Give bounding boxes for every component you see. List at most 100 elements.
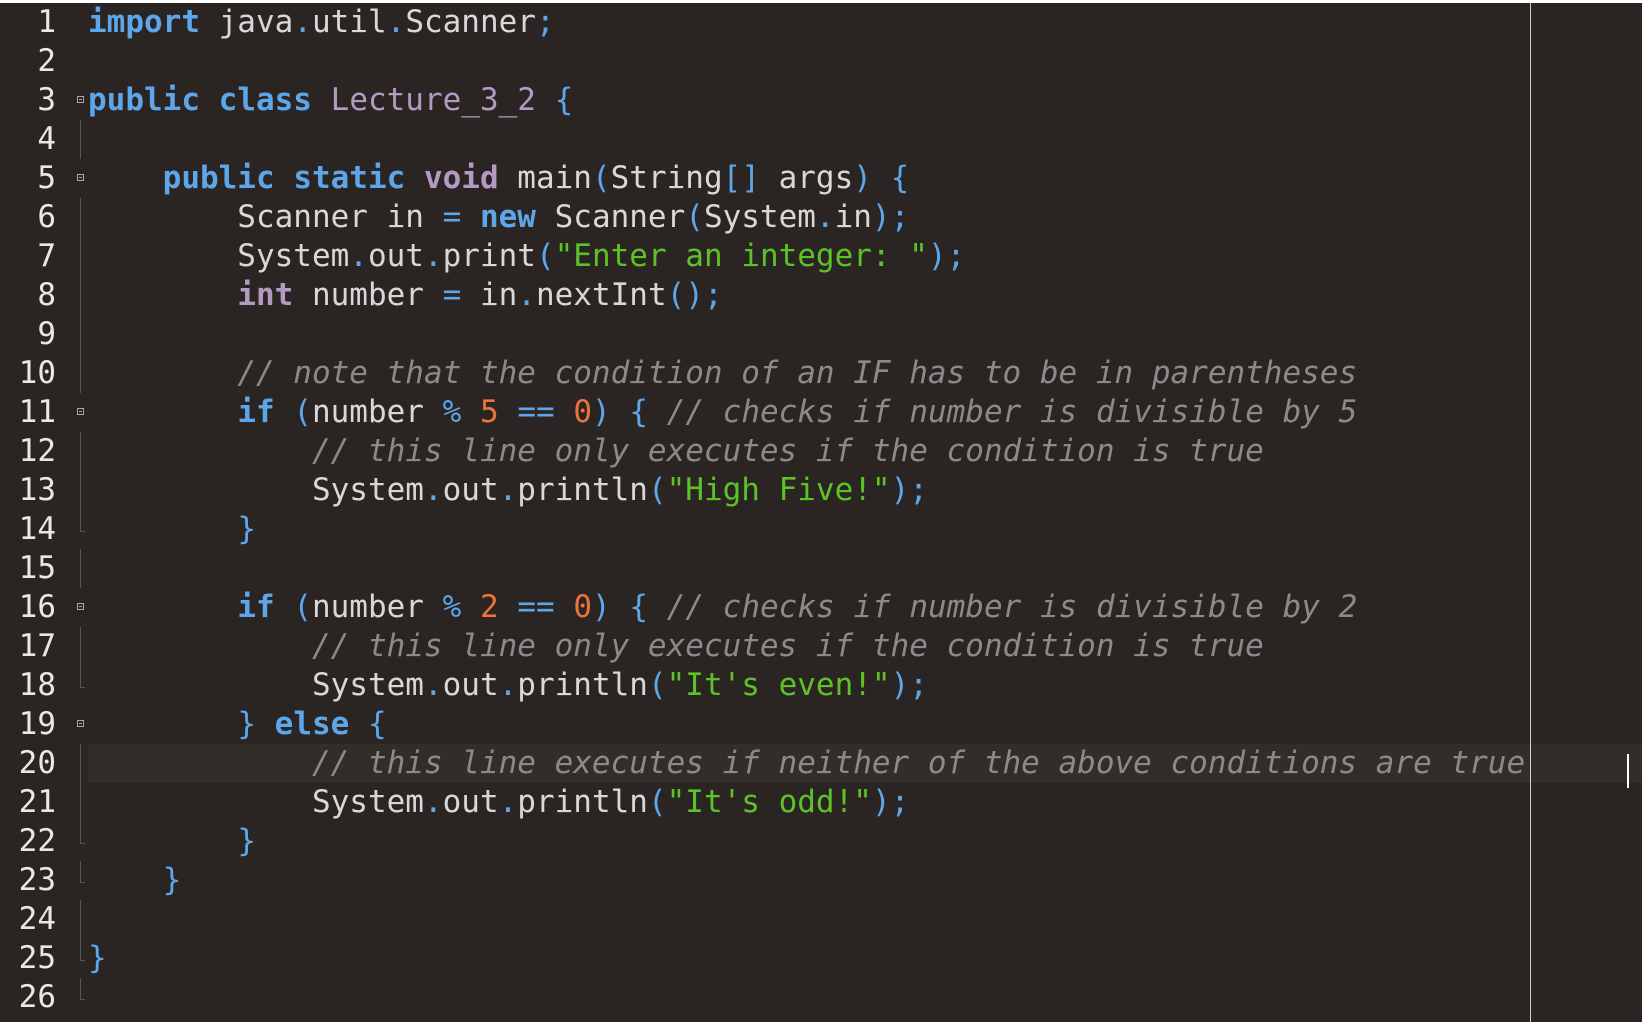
code-token: public [162,160,275,196]
fold-collapse-icon[interactable] [77,720,84,727]
code-token: ( [647,667,667,703]
code-token: number [311,394,443,430]
code-lines: 1 import java.util.Scanner; 2 3 public class… [0,3,1642,1017]
fold-collapse-icon[interactable] [77,603,84,610]
code-line[interactable]: 9 [0,315,1642,354]
fold-guide [80,315,81,354]
code-token: ( [647,472,667,508]
code-text: } [88,510,256,549]
code-token: in [834,199,872,235]
code-line[interactable]: 16 if (number % 2 == 0) { // checks if n… [0,588,1642,627]
line-number: 23 [18,862,56,898]
code-line[interactable]: 13 System.out.println("High Five!"); [0,471,1642,510]
code-text: } [88,861,182,900]
code-line[interactable]: 25} [0,939,1642,978]
code-token: else [274,706,350,742]
code-token: // note that the condition of an IF has … [237,355,1358,391]
code-token: // this line only executes if the condit… [311,433,1264,469]
code-line[interactable]: 7 System.out.print("Enter an integer: ")… [0,237,1642,276]
code-token: // this line only executes if the condit… [311,628,1264,664]
code-line[interactable]: 15 [0,549,1642,588]
code-token: ); [927,238,966,274]
code-line[interactable]: 10 // note that the condition of an IF h… [0,354,1642,393]
code-line[interactable]: 21 System.out.println("It's odd!"); [0,783,1642,822]
code-token: "High Five!" [666,472,891,508]
fold-guide [80,276,81,315]
code-text: } else { [88,705,386,744]
code-token: } [237,511,256,547]
code-line[interactable]: 18 System.out.println("It's even!"); [0,666,1642,705]
code-text: Scanner in = new Scanner(System.in); [88,198,909,237]
code-token: out [442,667,499,703]
code-token: Scanner [535,199,686,235]
line-number: 18 [18,667,56,703]
code-token: main [498,160,592,196]
code-token: out [442,472,499,508]
line-number: 9 [37,316,56,352]
code-editor[interactable]: 1 import java.util.Scanner; 2 3 public class… [0,3,1642,1022]
line-number: 14 [18,511,56,547]
code-line[interactable]: 4 [0,120,1642,159]
code-line[interactable]: 11 if (number % 5 == 0) { // checks if n… [0,393,1642,432]
line-number: 12 [18,433,56,469]
code-line[interactable]: 23 } [0,861,1642,900]
print-margin-line [1530,3,1531,1022]
code-token: [] [722,160,760,196]
code-token: println [517,472,648,508]
code-line[interactable]: 8 int number = in.nextInt(); [0,276,1642,315]
code-token: Scanner [405,4,536,40]
code-token: System [88,784,424,820]
code-line[interactable]: 26 [0,978,1642,1017]
code-line[interactable]: 1 import java.util.Scanner; [0,3,1642,42]
code-token: (); [666,277,723,313]
code-token: ); [890,667,928,703]
code-token: if [237,589,275,625]
code-line[interactable]: 6 Scanner in = new Scanner(System.in); [0,198,1642,237]
code-token: { [554,82,574,118]
code-token: System [88,472,424,508]
fold-guide [80,432,81,471]
code-line[interactable]: 22 } [0,822,1642,861]
code-line[interactable]: 3 public class Lecture_3_2 { [0,81,1642,120]
code-token: { [629,589,649,625]
line-number: 16 [18,589,56,625]
code-token: == [517,589,555,625]
fold-end-guide [80,666,85,688]
code-token: = [442,199,462,235]
code-token: in [461,277,518,313]
code-line[interactable]: 5 public static void main(String[] args)… [0,159,1642,198]
fold-collapse-icon[interactable] [77,174,84,181]
code-token: // checks if number is divisible by 2 [666,589,1358,625]
code-token: . [423,784,443,820]
code-token: ); [871,199,910,235]
fold-guide [80,783,81,822]
code-token: ) [592,394,611,430]
code-line[interactable]: 2 [0,42,1642,81]
code-token: . [498,784,518,820]
code-line[interactable]: 14 } [0,510,1642,549]
code-token: . [386,4,406,40]
code-line[interactable]: 20 // this line executes if neither of t… [0,744,1642,783]
code-token: print [442,238,536,274]
code-line[interactable]: 24 [0,900,1642,939]
code-line[interactable]: 17 // this line only executes if the con… [0,627,1642,666]
fold-collapse-icon[interactable] [77,408,84,415]
code-token: number [293,277,443,313]
fold-collapse-icon[interactable] [77,96,84,103]
line-number: 13 [18,472,56,508]
code-line[interactable]: 12 // this line only executes if the con… [0,432,1642,471]
fold-guide [80,120,81,159]
code-line[interactable]: 19 } else { [0,705,1642,744]
